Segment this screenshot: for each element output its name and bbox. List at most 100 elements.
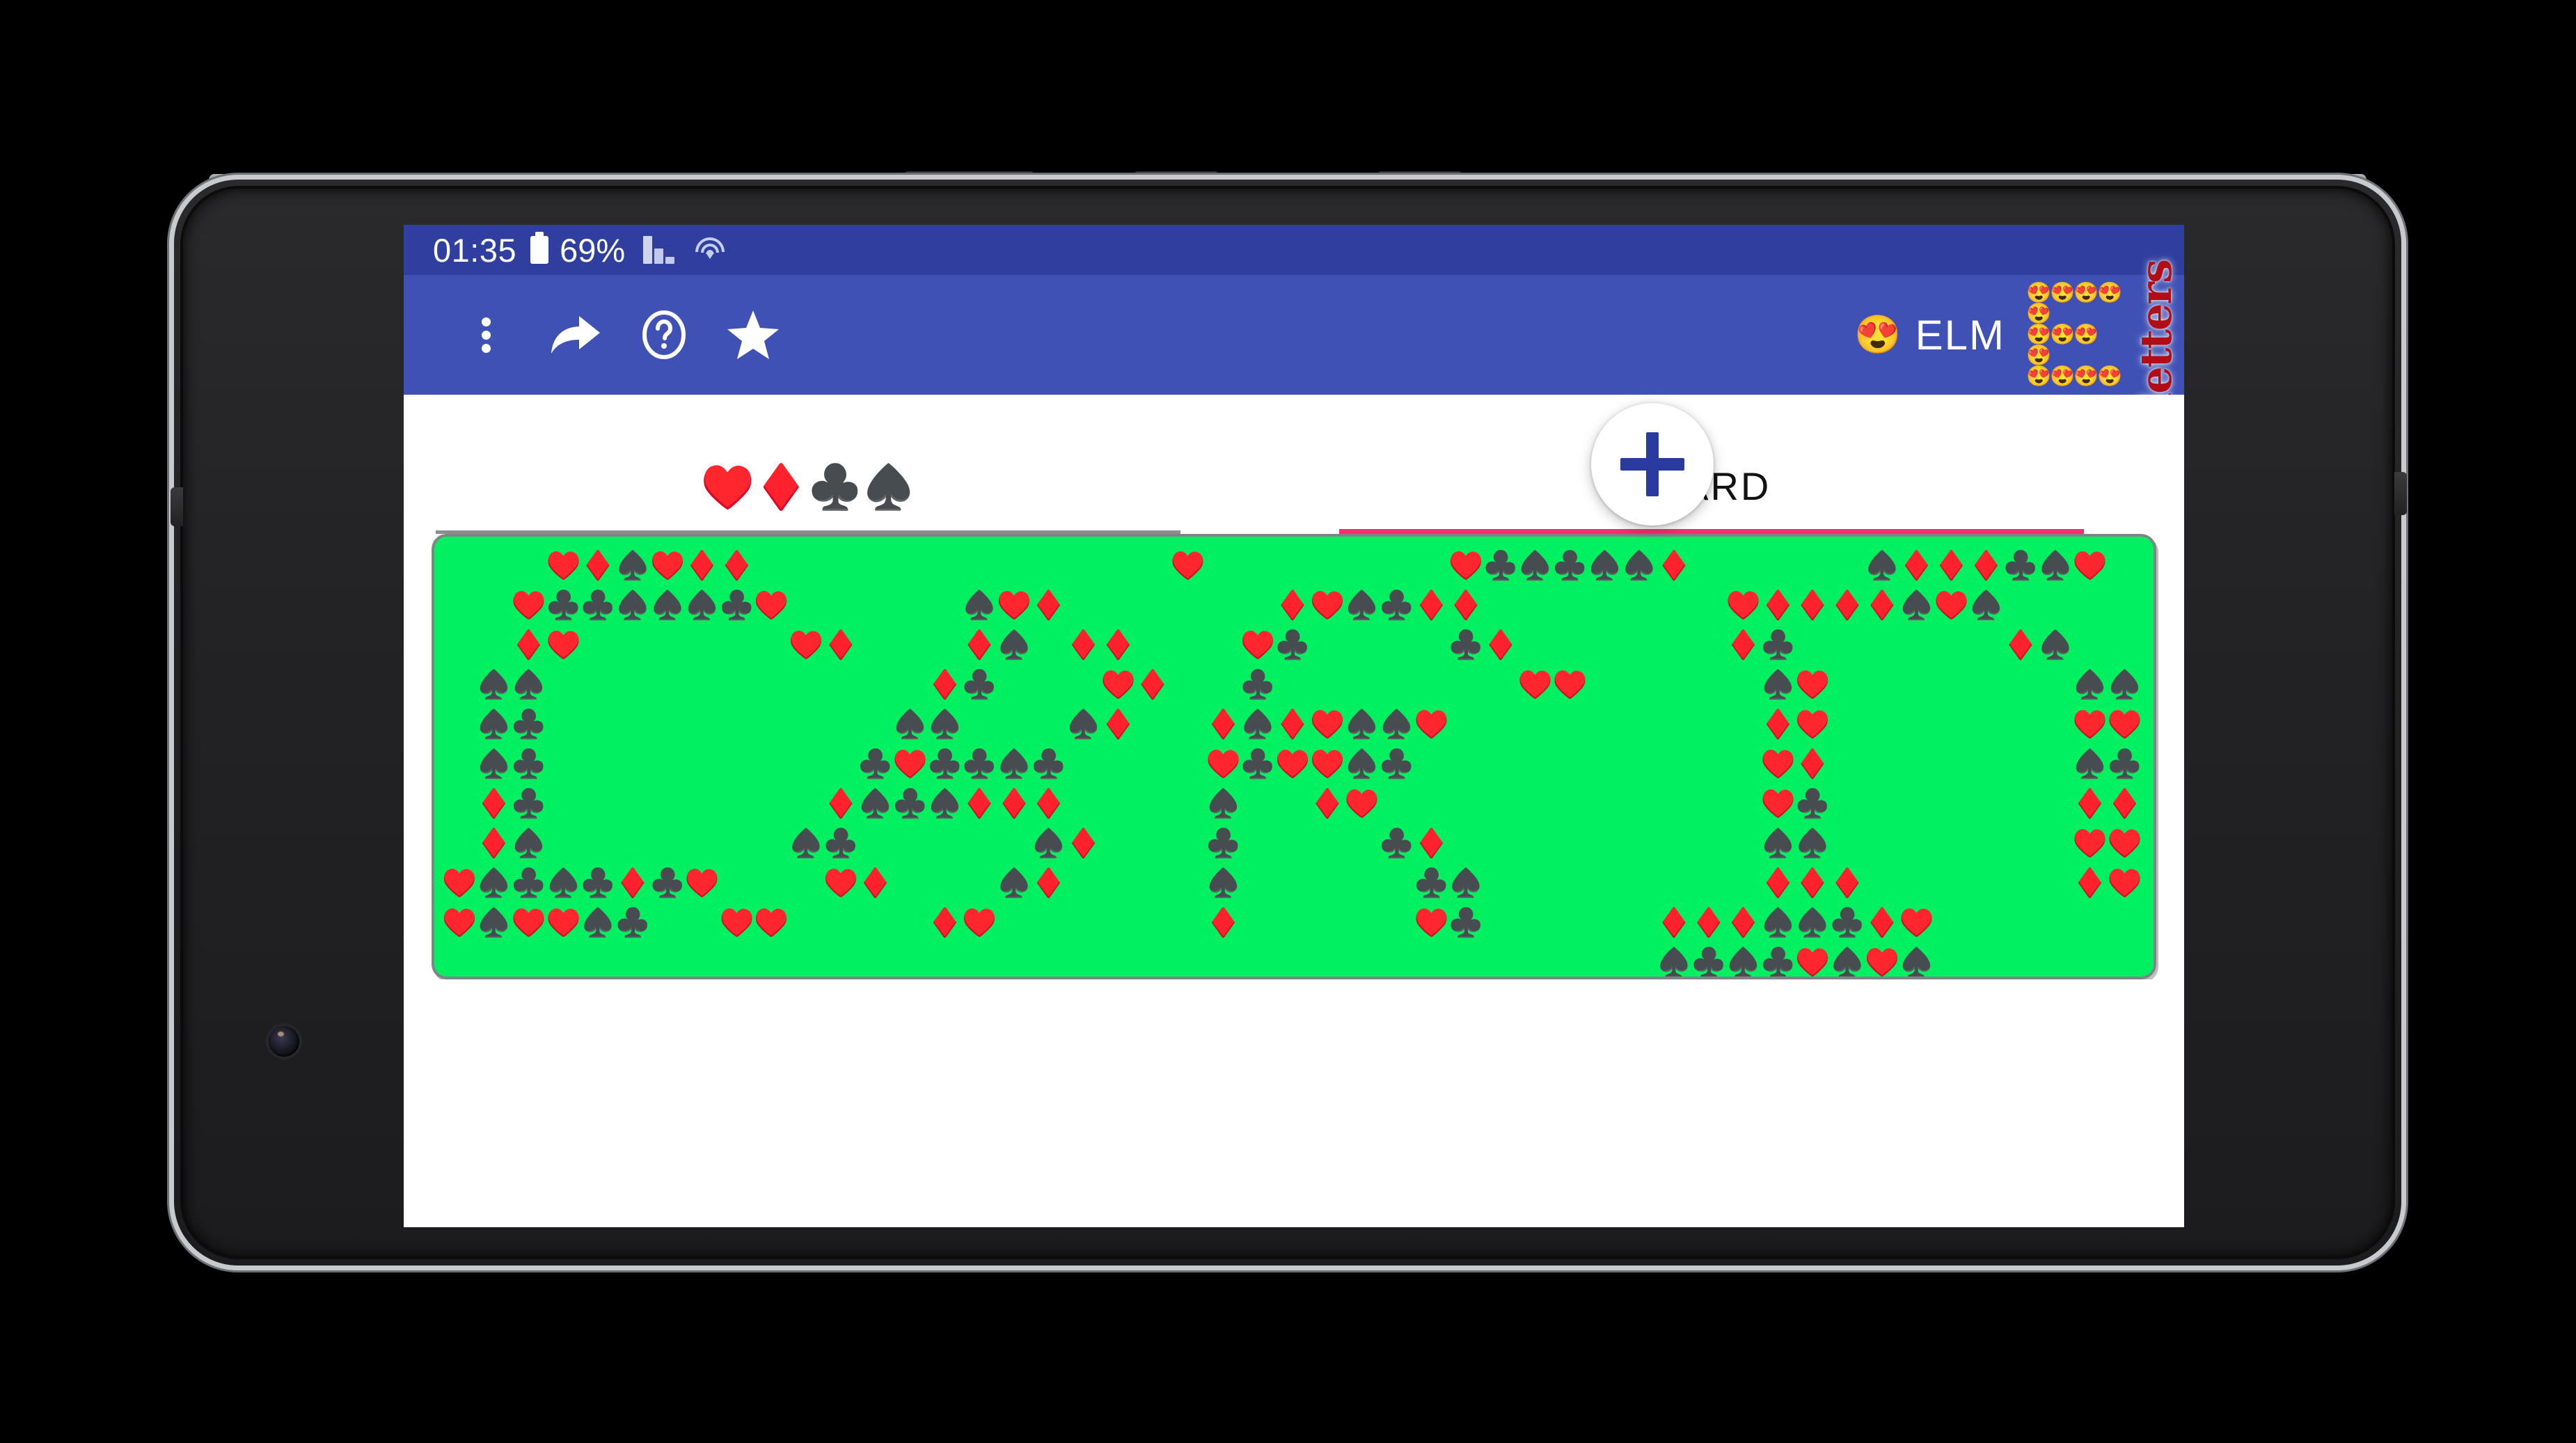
grid-cell — [1830, 824, 1865, 864]
grid-cell — [858, 626, 893, 665]
grid-cell: ♥️ — [1865, 947, 1899, 978]
symbol-input[interactable]: ♥️♦️♣️♠️ — [436, 444, 1180, 534]
grid-cell — [1830, 784, 1865, 824]
grid-cell: ♣️ — [1448, 630, 1484, 661]
grid-cell: ♦️ — [615, 868, 650, 899]
grid-cell — [754, 705, 789, 745]
grid-cell — [442, 745, 477, 784]
grid-cell: ♦️ — [1100, 630, 1136, 661]
grid-cell — [477, 943, 512, 977]
grid-cell: ♣️ — [615, 908, 650, 938]
logo-cell — [2050, 303, 2073, 324]
grid-cell: ♣️ — [1795, 789, 1831, 819]
add-button[interactable] — [1591, 403, 1714, 526]
star-icon[interactable] — [709, 297, 798, 373]
grid-cell: ♦️ — [2072, 868, 2108, 899]
grid-cell — [1101, 864, 1136, 904]
grid-cell: ♦️ — [1448, 590, 1484, 621]
grid-cell — [1934, 784, 1969, 824]
grid-cell — [2038, 943, 2073, 977]
grid-cell: ♥️ — [1795, 947, 1831, 978]
grid-cell — [1032, 705, 1066, 745]
grid-cell — [2038, 784, 2073, 824]
grid-cell: ♥️ — [546, 551, 581, 581]
grid-cell: ♠️ — [2107, 670, 2142, 700]
status-bar: 01:35 69% — [404, 225, 2184, 275]
grid-cell: ♥️ — [2072, 828, 2108, 859]
grid-cell: ♦️ — [1865, 908, 1899, 938]
grid-cell: ♠️ — [1899, 590, 1934, 621]
grid-cell — [2146, 586, 2147, 626]
grid-cell: ♠️ — [476, 908, 512, 938]
symbol-input-value[interactable]: ♥️♦️♣️♠️ — [436, 444, 1180, 530]
grid-cell: ♥️ — [1414, 908, 1449, 938]
grid-cell: ♠️ — [1760, 828, 1796, 859]
grid-cell — [1206, 943, 1241, 977]
grid-cell — [1795, 546, 1830, 586]
grid-cell — [1171, 626, 1206, 665]
grid-cell: ♣️ — [1483, 551, 1518, 581]
phone-power-button[interactable] — [2394, 472, 2407, 515]
grid-cell: ♠️ — [684, 590, 720, 621]
grid-cell: ♣️ — [1448, 908, 1484, 938]
grid-cell — [1275, 546, 1310, 586]
grid-cell — [1865, 626, 1899, 665]
grid-cell — [858, 943, 893, 977]
grid-cell — [1657, 626, 1691, 665]
grid-cell — [2073, 904, 2108, 943]
phone-screen: 01:35 69% 😍 ELM 😍 😍 😍 😍 😍 😍 😍 😍 😍 😍 😍 😍 … — [404, 225, 2184, 1227]
grid-cell: ♥️ — [1760, 789, 1796, 819]
grid-cell — [1275, 943, 1310, 977]
grid-cell: ♥️ — [2072, 709, 2108, 740]
grid-cell — [1691, 784, 1726, 824]
grid-cell: ♣️ — [580, 868, 616, 899]
grid-cell — [858, 904, 893, 943]
grid-cell — [1448, 824, 1483, 864]
grid-cell — [1275, 665, 1310, 705]
grid-cell — [685, 626, 720, 665]
share-icon[interactable] — [530, 297, 619, 373]
grid-cell: ♦️ — [2107, 789, 2142, 819]
logo-cell: 😍 — [2050, 365, 2076, 388]
grid-cell — [1899, 864, 1934, 904]
grid-cell — [1518, 864, 1553, 904]
grid-cell — [1345, 904, 1380, 943]
grid-cell — [1171, 904, 1206, 943]
grid-cell — [2003, 864, 2038, 904]
overflow-menu-icon[interactable] — [441, 297, 530, 373]
grid-cell — [1726, 784, 1761, 824]
input-row: ♥️♦️♣️♠️ CARD — [404, 395, 2184, 534]
grid-cell — [1657, 665, 1691, 705]
grid-cell: ♦️ — [1275, 590, 1310, 621]
grid-cell — [1101, 546, 1136, 586]
logo-cell — [2050, 345, 2073, 366]
help-icon[interactable] — [619, 297, 709, 373]
grid-cell: ♥️ — [1552, 670, 1588, 700]
app-brand[interactable]: 😍 ELM 😍 😍 😍 😍 😍 😍 😍 😍 😍 😍 😍 😍 😍 letters — [1854, 260, 2184, 409]
grid-cell: ♠️ — [1899, 947, 1934, 978]
logo-cell: 😍 — [2026, 324, 2052, 346]
grid-cell: ♥️ — [1310, 709, 1345, 740]
grid-cell — [858, 586, 893, 626]
grid-cell — [1171, 864, 1206, 904]
grid-cell — [1899, 626, 1934, 665]
grid-cell: ♦️ — [1865, 590, 1899, 621]
grid-cell — [1865, 745, 1899, 784]
grid-cell — [1310, 943, 1345, 977]
grid-cell: ♠️ — [1344, 749, 1380, 780]
grid-cell — [1240, 824, 1275, 864]
grid-cell — [1414, 665, 1448, 705]
grid-cell — [1483, 745, 1518, 784]
grid-cell: ♦️ — [719, 551, 754, 581]
grid-cell — [1622, 626, 1657, 665]
grid-cell — [1448, 784, 1483, 824]
result-canvas[interactable]: ♥️ ♦️ ♠️ ♥️ ♦️ ♦️ ♥️ ♥️ ♣️ ♠️ ♣️ ♠️ ♠️ ♦️ ♠️ ♦️ ♦️ ♦️ ♣️ ♠️… — [432, 534, 2156, 979]
phone-volume-button[interactable] — [171, 487, 183, 526]
grid-cell — [2146, 626, 2147, 665]
grid-cell — [1066, 943, 1101, 977]
grid-cell: ♣️ — [962, 749, 997, 780]
grid-cell — [442, 626, 477, 665]
grid-cell — [650, 943, 685, 977]
grid-cell — [1865, 665, 1899, 705]
grid-cell — [789, 546, 823, 586]
